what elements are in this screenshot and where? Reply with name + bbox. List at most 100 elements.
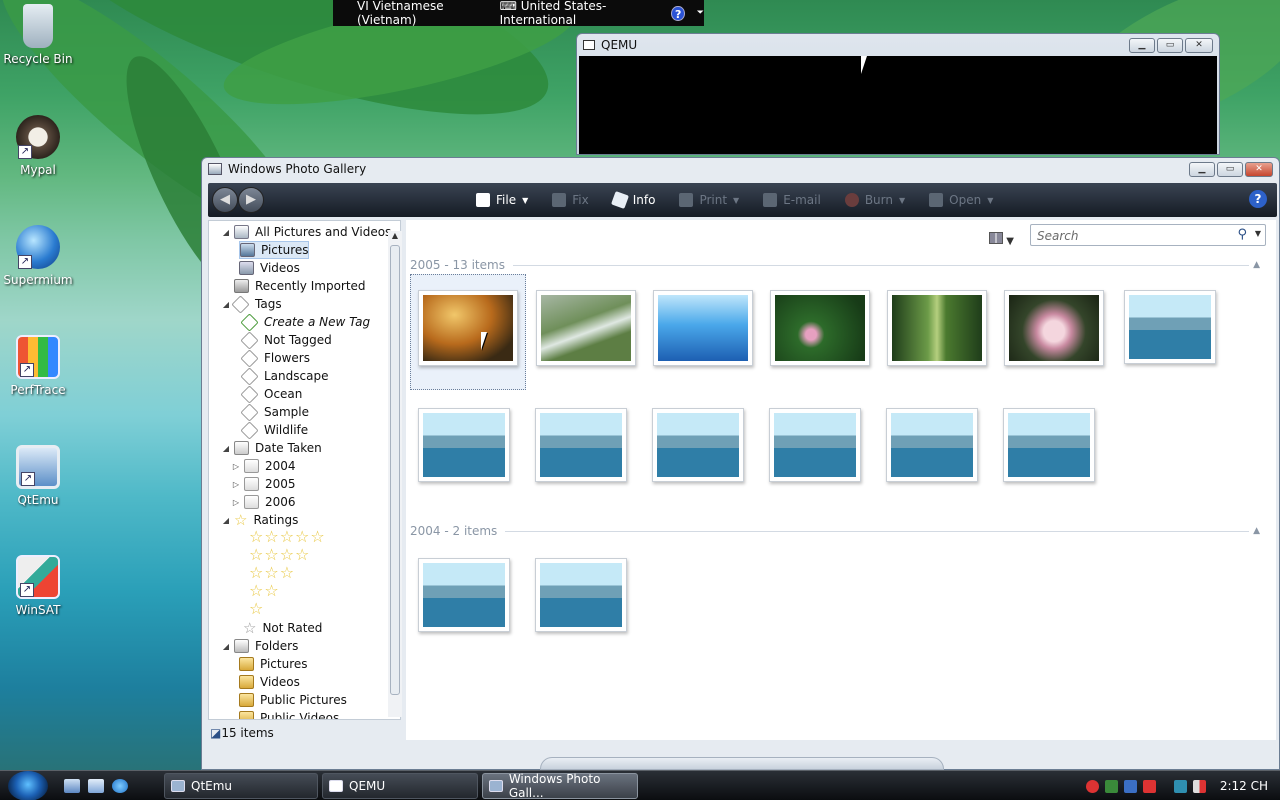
view-toggle-button[interactable]: ▼ <box>989 232 1014 247</box>
collapse-arrow-icon[interactable]: ◢ <box>221 516 231 525</box>
photo-placeholder[interactable] <box>652 408 744 482</box>
desktop-icon-recycle-bin[interactable]: Recycle Bin <box>2 4 74 66</box>
group-header-2004[interactable]: 2004 - 2 items ▲ <box>410 524 1260 538</box>
show-desktop-icon[interactable] <box>64 779 80 793</box>
tree-item-tags[interactable]: ◢ Tags <box>221 294 282 314</box>
collapse-group-icon[interactable]: ▲ <box>1253 526 1260 536</box>
tree-item-2004[interactable]: ▷ 2004 <box>231 457 296 475</box>
nav-scrollbar[interactable]: ▲ <box>388 231 402 717</box>
desktop-icon-qtemu[interactable]: ↗ QtEmu <box>2 445 74 507</box>
tree-item-2005[interactable]: ▷ 2005 <box>231 475 296 493</box>
taskbar-item-qemu[interactable]: QEMU <box>322 773 478 799</box>
search-input[interactable]: Search ⚲ ▼ <box>1030 224 1266 246</box>
taskbar-item-photo-gallery[interactable]: Windows Photo Gall... <box>482 772 638 800</box>
tray-network-icon[interactable] <box>1123 779 1137 793</box>
tree-item-folders[interactable]: ◢ Folders <box>221 637 298 655</box>
tree-item-not-rated[interactable]: ☆ Not Rated <box>243 619 322 637</box>
photo-placeholder[interactable] <box>418 558 510 632</box>
photo-placeholder[interactable] <box>769 408 861 482</box>
desktop-icon-perftrace[interactable]: ↗ PerfTrace <box>2 335 74 397</box>
file-menu-button[interactable]: File ▼ <box>476 193 528 207</box>
tree-item-ocean[interactable]: Ocean <box>240 384 302 404</box>
collapse-arrow-icon[interactable]: ◢ <box>221 642 231 651</box>
switch-windows-icon[interactable] <box>88 779 104 793</box>
photo-pink-flowers[interactable] <box>770 290 870 366</box>
collapse-arrow-icon[interactable]: ◢ <box>221 444 231 453</box>
collapse-group-icon[interactable]: ▲ <box>1253 260 1260 270</box>
rating-3-stars[interactable]: ☆☆☆ <box>249 563 295 582</box>
tree-item-create-tag[interactable]: Create a New Tag <box>240 312 370 332</box>
rating-5-stars[interactable]: ☆☆☆☆☆ <box>249 527 326 546</box>
forward-button[interactable]: ▶ <box>238 187 264 213</box>
open-menu-button[interactable]: Open ▼ <box>929 193 993 207</box>
expand-arrow-icon[interactable]: ▷ <box>231 498 241 507</box>
qemu-window[interactable]: QEMU ▁ ▭ ✕ <box>576 33 1220 155</box>
tree-item-2006[interactable]: ▷ 2006 <box>231 493 296 511</box>
taskbar-item-qtemu[interactable]: QtEmu <box>164 773 318 799</box>
expand-arrow-icon[interactable]: ▷ <box>231 480 241 489</box>
tray-connection-icon[interactable] <box>1173 779 1187 793</box>
search-icon[interactable]: ⚲ <box>1237 227 1247 242</box>
tree-item-flowers[interactable]: Flowers <box>240 348 310 368</box>
photo-placeholder[interactable] <box>1124 290 1216 364</box>
desktop-icon-supermium[interactable]: ↗ Supermium <box>2 225 74 287</box>
tray-error-icon[interactable] <box>1085 779 1099 793</box>
tree-item-folder-videos[interactable]: Videos <box>239 673 300 691</box>
photo-placeholder[interactable] <box>886 408 978 482</box>
maximize-button[interactable]: ▭ <box>1217 162 1243 177</box>
navigation-control-bar[interactable] <box>540 757 944 770</box>
fix-button[interactable]: Fix <box>552 193 589 207</box>
email-button[interactable]: E-mail <box>763 193 821 207</box>
rating-4-stars[interactable]: ☆☆☆☆ <box>249 545 310 564</box>
tree-item-landscape[interactable]: Landscape <box>240 366 328 386</box>
photo-placeholder[interactable] <box>535 408 627 482</box>
search-dropdown-icon[interactable]: ▼ <box>1255 229 1261 238</box>
tree-item-pictures[interactable]: Pictures <box>239 241 309 259</box>
desktop-icon-mypal[interactable]: ↗ Mypal <box>2 115 74 177</box>
photo-forest-path[interactable] <box>887 290 987 366</box>
rating-2-stars[interactable]: ☆☆ <box>249 581 280 600</box>
rating-1-star[interactable]: ☆ <box>249 599 264 618</box>
tree-item-folder-pictures[interactable]: Pictures <box>239 655 308 673</box>
desktop-icon-winsat[interactable]: ↗ WinSAT <box>2 555 74 617</box>
tray-warning-icon[interactable] <box>1142 779 1156 793</box>
photo-stream[interactable] <box>536 290 636 366</box>
tree-item-recently-imported[interactable]: Recently Imported <box>234 277 366 295</box>
keyboard-layout-selector[interactable]: ⌨ United States-International <box>500 0 660 27</box>
help-button[interactable]: ? <box>1249 190 1267 208</box>
photo-autumn-tree[interactable] <box>418 290 518 366</box>
tree-item-sample[interactable]: Sample <box>240 402 309 422</box>
gallery-titlebar[interactable]: Windows Photo Gallery <box>202 158 1279 180</box>
tree-item-wildlife[interactable]: Wildlife <box>240 420 308 440</box>
close-button[interactable]: ✕ <box>1245 162 1273 177</box>
help-icon[interactable]: ? <box>671 5 685 21</box>
tree-item-all-pictures-videos[interactable]: ◢ All Pictures and Videos <box>221 223 391 241</box>
tray-status-icon[interactable] <box>1104 779 1118 793</box>
maximize-button[interactable]: ▭ <box>1157 38 1183 53</box>
language-bar[interactable]: VI Vietnamese (Vietnam) ⌨ United States-… <box>333 0 704 27</box>
expand-arrow-icon[interactable]: ▷ <box>231 462 241 471</box>
tree-item-date-taken[interactable]: ◢ Date Taken <box>221 439 322 457</box>
internet-explorer-icon[interactable] <box>112 779 128 793</box>
collapse-arrow-icon[interactable]: ◢ <box>221 300 231 309</box>
tree-item-videos[interactable]: Videos <box>239 259 300 277</box>
scroll-up-arrow-icon[interactable]: ▲ <box>388 231 402 240</box>
photo-placeholder[interactable] <box>535 558 627 632</box>
tree-item-not-tagged[interactable]: Not Tagged <box>240 330 332 350</box>
photo-frangipani[interactable] <box>1004 290 1104 366</box>
tree-item-public-pictures[interactable]: Public Pictures <box>239 691 347 709</box>
print-menu-button[interactable]: Print ▼ <box>679 193 739 207</box>
scrollbar-thumb[interactable] <box>390 245 400 695</box>
burn-menu-button[interactable]: Burn ▼ <box>844 193 905 207</box>
info-button[interactable]: Info <box>610 191 655 209</box>
volume-muted-icon[interactable] <box>1192 779 1206 793</box>
photo-blue-pier[interactable] <box>653 290 753 366</box>
collapse-arrow-icon[interactable]: ◢ <box>221 228 231 237</box>
language-selector[interactable]: VI Vietnamese (Vietnam) <box>357 0 488 27</box>
back-button[interactable]: ◀ <box>212 187 238 213</box>
photo-placeholder[interactable] <box>1003 408 1095 482</box>
group-header-2005[interactable]: 2005 - 13 items ▲ <box>410 258 1260 272</box>
clock[interactable]: 2:12 CH <box>1220 779 1268 793</box>
minimize-button[interactable]: ▁ <box>1129 38 1155 53</box>
start-button[interactable] <box>8 771 48 800</box>
